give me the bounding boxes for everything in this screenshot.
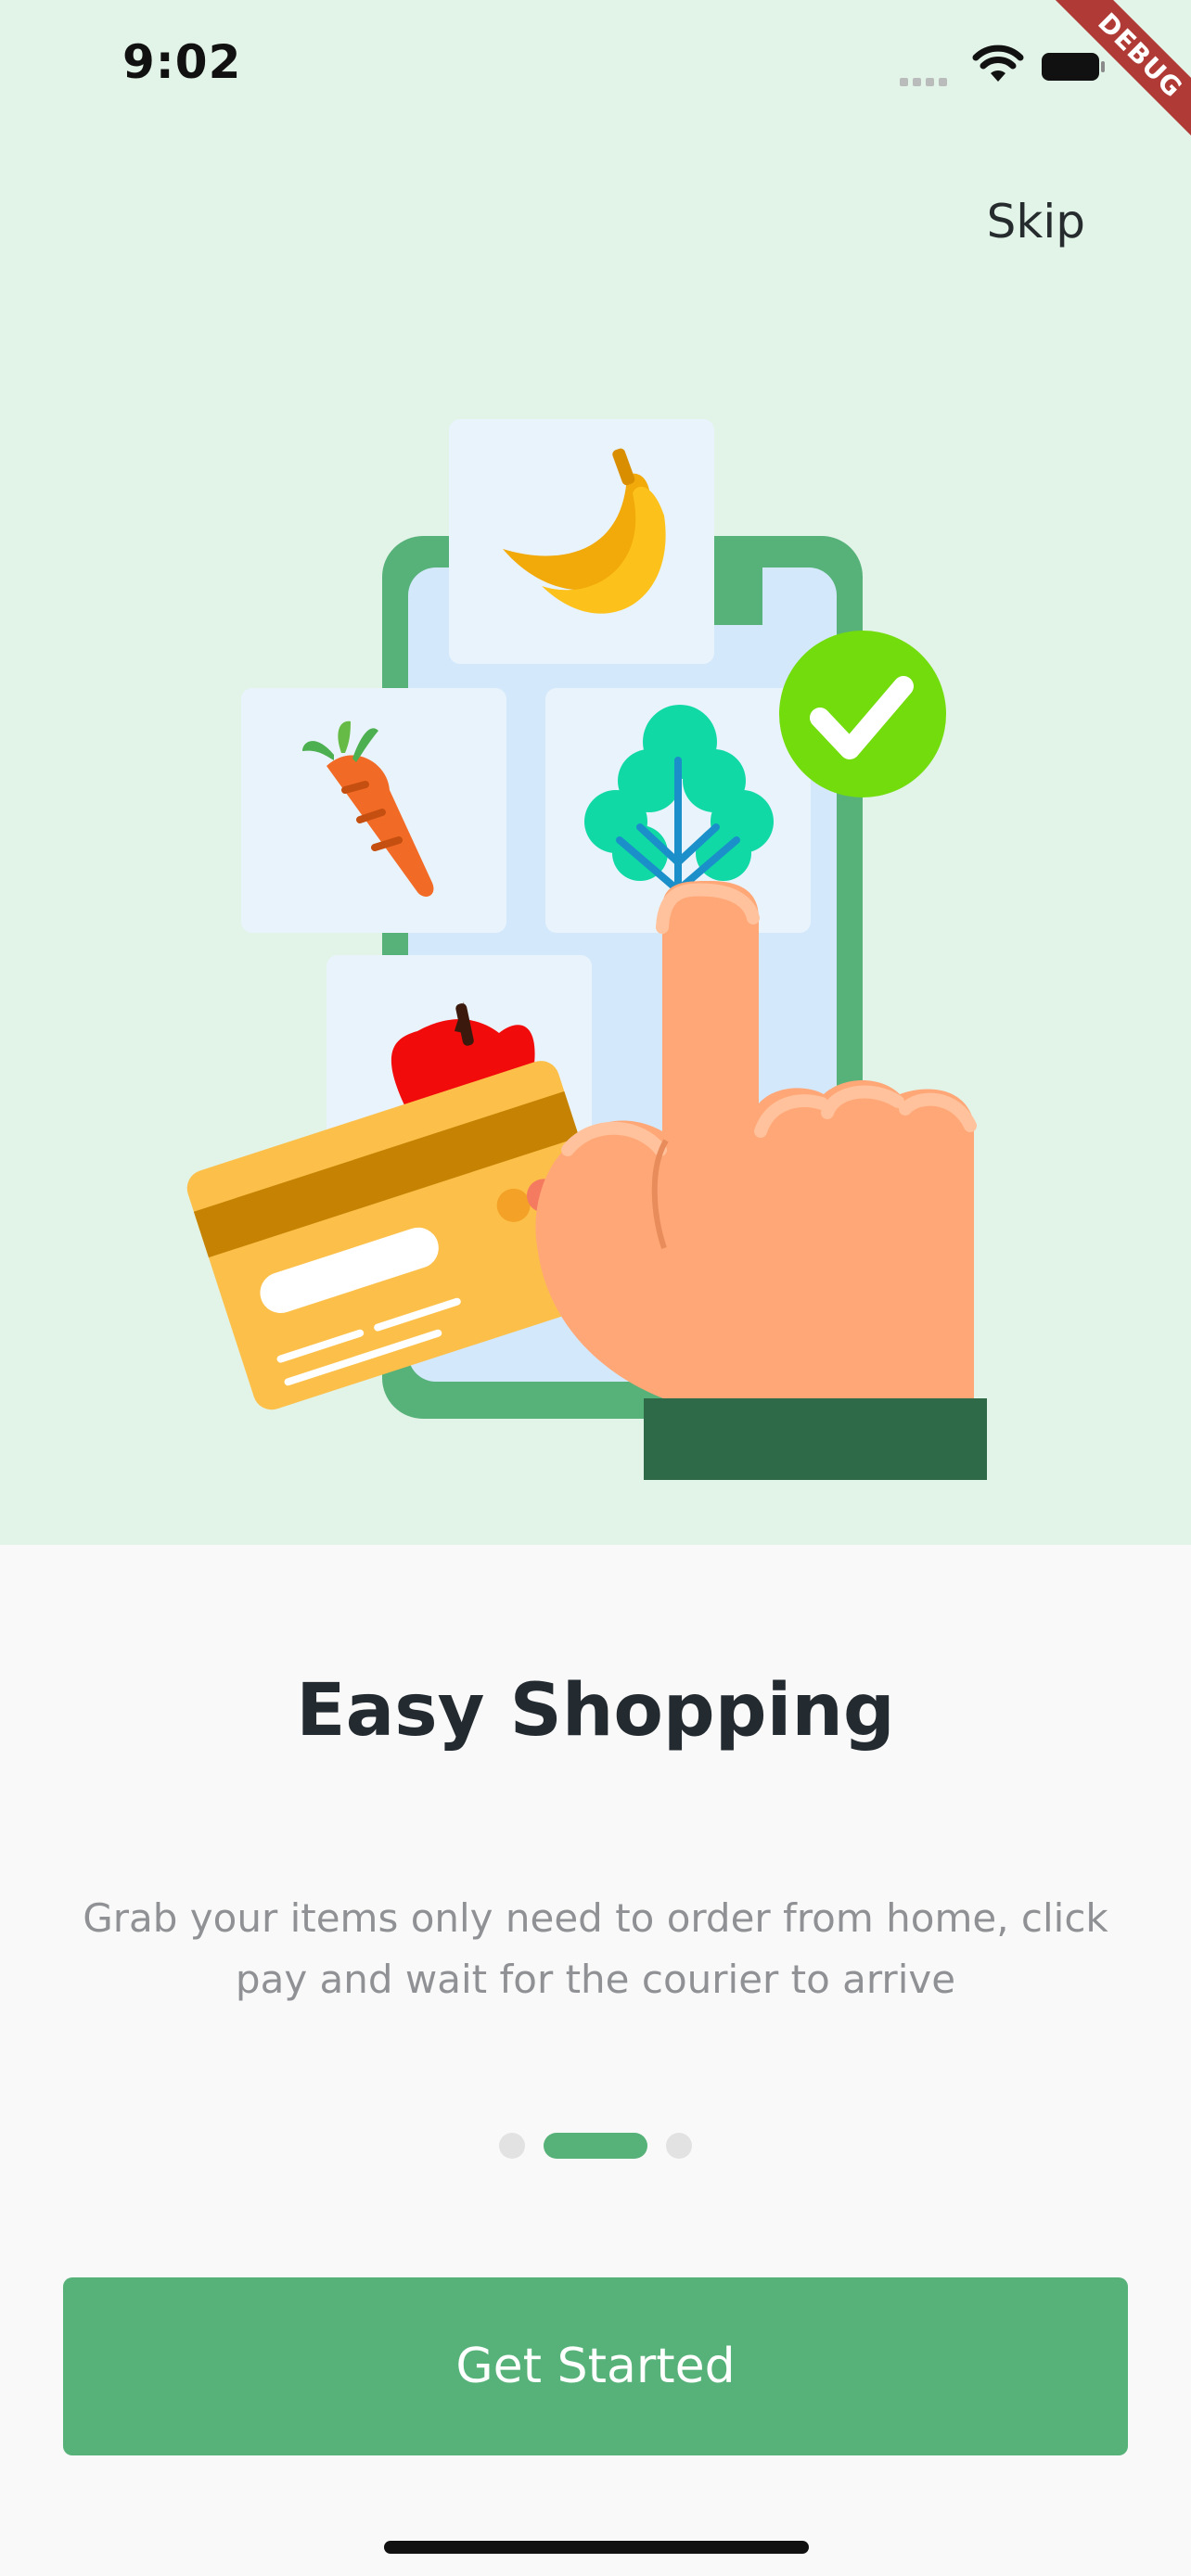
page-title: Easy Shopping [296,1669,895,1753]
page-indicator [0,2133,1191,2159]
page-dot-1[interactable] [499,2133,525,2159]
checkmark-icon [779,631,946,797]
onboarding-illustration [186,419,987,1480]
get-started-button[interactable]: Get Started [63,2277,1128,2455]
page-dot-3[interactable] [666,2133,692,2159]
onboarding-hero: 9:02 DEBUG Skip [0,0,1191,1545]
home-indicator [384,2541,809,2554]
page-dot-2-active[interactable] [544,2133,647,2159]
page-description: Grab your items only need to order from … [83,1895,1108,2002]
